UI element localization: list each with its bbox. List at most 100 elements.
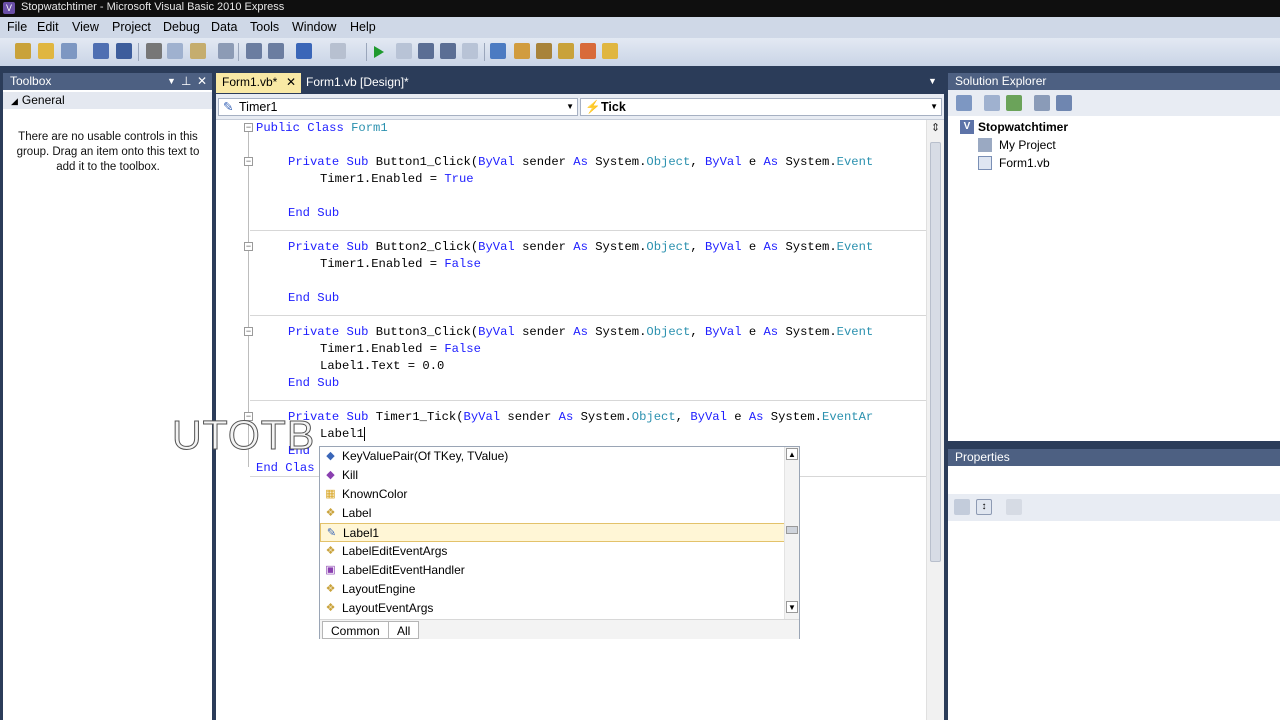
pin-icon[interactable]: ⊥ xyxy=(181,73,191,90)
menu-project[interactable]: Project xyxy=(112,20,151,34)
namespace: System. xyxy=(763,410,822,424)
tab-all[interactable]: All xyxy=(388,621,420,639)
close-tab-icon[interactable]: ✕ xyxy=(286,73,296,92)
keyword: As xyxy=(763,240,779,254)
undo-icon[interactable] xyxy=(296,43,312,59)
menu-view[interactable]: View xyxy=(72,20,99,34)
toolbar-separator xyxy=(366,43,367,61)
tab-common[interactable]: Common xyxy=(322,621,389,639)
param: e xyxy=(741,155,764,169)
completion-item[interactable]: ◆ Kill xyxy=(320,466,785,485)
comment-icon[interactable] xyxy=(246,43,262,59)
class-name: Form1 xyxy=(343,121,388,135)
uncomment-icon[interactable] xyxy=(268,43,284,59)
completion-item[interactable]: ❖ LayoutEngine xyxy=(320,580,785,599)
view-designer-icon[interactable] xyxy=(1056,95,1072,111)
completion-item[interactable]: ▦ KnownColor xyxy=(320,485,785,504)
menu-tools[interactable]: Tools xyxy=(250,20,279,34)
code-line: Private Sub Button1_Click(ByVal sender A… xyxy=(288,154,873,171)
properties-icon[interactable] xyxy=(984,95,1000,111)
dropdown-icon[interactable]: ▼ xyxy=(167,73,176,90)
properties-window-icon[interactable] xyxy=(514,43,530,59)
categorized-icon[interactable] xyxy=(954,499,970,515)
method-name: Button1_Click( xyxy=(368,155,479,169)
toolbox-icon[interactable] xyxy=(536,43,552,59)
save-all-icon[interactable] xyxy=(116,43,132,59)
step-into-icon[interactable] xyxy=(418,43,434,59)
menu-edit[interactable]: Edit xyxy=(37,20,59,34)
keyword: False xyxy=(444,257,481,271)
property-pages-icon[interactable] xyxy=(1006,499,1022,515)
completion-item[interactable]: ▣ LabelEditEventHandler xyxy=(320,561,785,580)
collapse-icon[interactable]: − xyxy=(244,157,253,166)
punct: , xyxy=(690,325,705,339)
code-line-current[interactable]: Label1 xyxy=(320,426,365,443)
param: e xyxy=(741,325,764,339)
redo-icon[interactable] xyxy=(330,43,346,59)
completion-item-selected[interactable]: ✎ Label1 xyxy=(320,523,785,542)
intellisense-scrollbar[interactable]: ▲ ▼ xyxy=(784,447,799,619)
object-browser-icon[interactable] xyxy=(558,43,574,59)
param: sender xyxy=(514,325,574,339)
class-icon: ❖ xyxy=(325,507,336,519)
vertical-scrollbar[interactable]: ⇕ xyxy=(926,120,944,720)
view-code-icon[interactable] xyxy=(1034,95,1050,111)
start-debugging-icon[interactable] xyxy=(374,46,384,58)
save-icon[interactable] xyxy=(93,43,109,59)
step-over-icon[interactable] xyxy=(440,43,456,59)
paste-icon[interactable] xyxy=(190,43,206,59)
enum-icon: ▦ xyxy=(325,488,336,500)
error-list-icon[interactable] xyxy=(580,43,596,59)
code-line: End Sub xyxy=(288,376,340,390)
completion-item[interactable]: ❖ LayoutEventArgs xyxy=(320,599,785,618)
completion-item[interactable]: ❖ Label xyxy=(320,504,785,523)
new-project-icon[interactable] xyxy=(15,43,31,59)
tab-form1-vb[interactable]: Form1.vb* ✕ xyxy=(216,73,301,93)
keyword: Public Class xyxy=(256,121,344,135)
toolbar-separator xyxy=(484,43,485,61)
toolbox-group-general[interactable]: ◢ General xyxy=(3,92,212,109)
project-node[interactable]: V Stopwatchtimer xyxy=(960,119,1068,135)
refresh-icon[interactable] xyxy=(1006,95,1022,111)
menu-help[interactable]: Help xyxy=(350,20,376,34)
alphabetical-icon[interactable]: ↕ xyxy=(976,499,992,515)
namespace: System. xyxy=(573,410,632,424)
my-project-node[interactable]: My Project xyxy=(978,137,1056,153)
collapse-icon[interactable]: − xyxy=(244,123,253,132)
tab-form1-design[interactable]: Form1.vb [Design]* xyxy=(300,73,430,93)
stop-debugging-icon[interactable] xyxy=(396,43,412,59)
scroll-thumb[interactable] xyxy=(930,142,941,562)
scroll-down-icon[interactable]: ▼ xyxy=(786,601,798,613)
method-icon: ◆ xyxy=(326,469,335,481)
completion-label: KnownColor xyxy=(342,487,408,501)
menu-window[interactable]: Window xyxy=(292,20,336,34)
step-out-icon[interactable] xyxy=(462,43,478,59)
code-line: Timer1.Enabled = False xyxy=(320,341,481,358)
form1-node[interactable]: Form1.vb xyxy=(978,155,1050,171)
menu-data[interactable]: Data xyxy=(211,20,237,34)
scroll-thumb[interactable] xyxy=(786,526,798,534)
completion-item[interactable]: ◆ KeyValuePair(Of TKey, TValue) xyxy=(320,447,785,466)
menu-debug[interactable]: Debug xyxy=(163,20,200,34)
solution-explorer-icon[interactable] xyxy=(490,43,506,59)
add-item-icon[interactable] xyxy=(61,43,77,59)
show-all-files-icon[interactable] xyxy=(956,95,972,111)
copy-icon[interactable] xyxy=(167,43,183,59)
type: Event xyxy=(836,240,874,254)
find-icon[interactable] xyxy=(218,43,234,59)
intellisense-list[interactable]: ◆ KeyValuePair(Of TKey, TValue) ◆ Kill ▦ Kn… xyxy=(319,446,800,639)
start-page-icon[interactable] xyxy=(602,43,618,59)
tab-dropdown-icon[interactable]: ▼ xyxy=(928,76,937,86)
method-name-combo[interactable]: ⚡ Tick ▼ xyxy=(580,98,942,116)
collapse-icon[interactable]: − xyxy=(244,242,253,251)
cut-icon[interactable] xyxy=(146,43,162,59)
collapse-icon[interactable]: − xyxy=(244,327,253,336)
completion-item[interactable]: ❖ LabelEditEventArgs xyxy=(320,542,785,561)
scroll-up-icon[interactable]: ▲ xyxy=(786,448,798,460)
object-selector[interactable] xyxy=(948,466,1280,495)
split-icon[interactable]: ⇕ xyxy=(929,122,942,135)
open-file-icon[interactable] xyxy=(38,43,54,59)
class-name-combo[interactable]: ✎ Timer1 ▼ xyxy=(218,98,578,116)
close-icon[interactable]: ✕ xyxy=(197,73,207,90)
menu-file[interactable]: File xyxy=(7,20,27,34)
